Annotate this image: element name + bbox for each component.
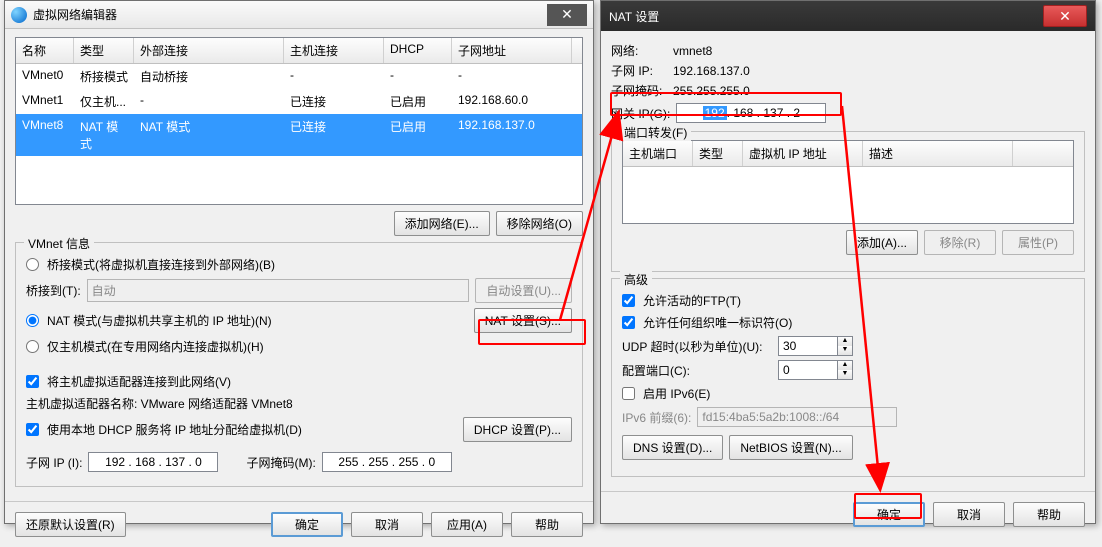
subnetip-value: 192.168.137.0 xyxy=(673,64,750,78)
nat-radio[interactable] xyxy=(26,314,39,327)
bridge-radio[interactable] xyxy=(26,258,39,271)
virtual-network-editor-dialog: 虚拟网络编辑器 ✕ 名称 类型 外部连接 主机连接 DHCP 子网地址 VMne… xyxy=(4,0,594,524)
add-network-button[interactable]: 添加网络(E)... xyxy=(394,211,490,236)
nat-ok-button[interactable]: 确定 xyxy=(853,502,925,527)
port-forward-title: 端口转发(F) xyxy=(620,124,691,141)
pf-col-type[interactable]: 类型 xyxy=(693,141,743,166)
table-row[interactable]: VMnet0 桥接模式 自动桥接 - - - xyxy=(16,64,582,89)
app-icon xyxy=(11,7,27,23)
nat-titlebar: NAT 设置 ✕ xyxy=(601,1,1095,31)
subnet-mask-label: 子网掩码(M): xyxy=(246,454,315,471)
spin-up-icon[interactable]: ▲ xyxy=(838,337,852,346)
udp-timeout-spinner[interactable]: ▲▼ xyxy=(778,336,853,356)
dhcp-settings-button[interactable]: DHCP 设置(P)... xyxy=(463,417,572,442)
pf-body-empty xyxy=(623,167,1073,223)
ipv6-prefix-label: IPv6 前缀(6): xyxy=(622,409,691,426)
connect-host-checkbox[interactable] xyxy=(26,375,39,388)
nat-label: NAT 模式(与虚拟机共享主机的 IP 地址)(N) xyxy=(47,312,272,329)
close-icon[interactable]: ✕ xyxy=(1043,5,1087,27)
vmnet-table: 名称 类型 外部连接 主机连接 DHCP 子网地址 VMnet0 桥接模式 自动… xyxy=(15,37,583,205)
hostonly-label: 仅主机模式(在专用网络内连接虚拟机)(H) xyxy=(47,338,264,355)
col-dhcp[interactable]: DHCP xyxy=(384,38,452,63)
ipv6-prefix-input xyxy=(697,407,897,427)
remove-network-button[interactable]: 移除网络(O) xyxy=(496,211,583,236)
col-subnet[interactable]: 子网地址 xyxy=(452,38,572,63)
ipv6-checkbox[interactable] xyxy=(622,387,635,400)
netbios-settings-button[interactable]: NetBIOS 设置(N)... xyxy=(729,435,852,460)
gateway-ip-input[interactable]: 192 . 168 . 137 . 2 xyxy=(676,103,826,123)
gateway-oct1-selected: 192 xyxy=(703,106,727,120)
subnet-ip-label: 子网 IP (I): xyxy=(26,454,82,471)
connect-host-label: 将主机虚拟适配器连接到此网络(V) xyxy=(47,373,231,390)
ipv6-label: 启用 IPv6(E) xyxy=(643,385,710,402)
nat-settings-button[interactable]: NAT 设置(S)... xyxy=(474,308,572,333)
pf-col-vmip[interactable]: 虚拟机 IP 地址 xyxy=(743,141,863,166)
col-ext[interactable]: 外部连接 xyxy=(134,38,284,63)
table-row-selected[interactable]: VMnet8 NAT 模式 NAT 模式 已连接 已启用 192.168.137… xyxy=(16,114,582,156)
bridge-label: 桥接模式(将虚拟机直接连接到外部网络)(B) xyxy=(47,256,275,273)
org-label: 允许任何组织唯一标识符(O) xyxy=(643,314,792,331)
subnetip-label: 子网 IP: xyxy=(611,62,673,79)
gateway-ip-label: 网关 IP(G): xyxy=(611,105,670,122)
spin-down-icon[interactable]: ▼ xyxy=(838,346,852,355)
nat-help-button[interactable]: 帮助 xyxy=(1013,502,1085,527)
subnet-ip-input[interactable]: 192 . 168 . 137 . 0 xyxy=(88,452,218,472)
cfg-port-label: 配置端口(C): xyxy=(622,362,772,379)
cfg-port-spinner[interactable]: ▲▼ xyxy=(778,360,853,380)
dhcp-checkbox[interactable] xyxy=(26,423,39,436)
vne-title: 虚拟网络编辑器 xyxy=(33,6,117,23)
udp-timeout-label: UDP 超时(以秒为单位)(U): xyxy=(622,338,772,355)
advanced-group: 高级 允许活动的FTP(T) 允许任何组织唯一标识符(O) UDP 超时(以秒为… xyxy=(611,278,1085,477)
pf-col-hostport[interactable]: 主机端口 xyxy=(623,141,693,166)
table-row[interactable]: VMnet1 仅主机... - 已连接 已启用 192.168.60.0 xyxy=(16,89,582,114)
vne-titlebar: 虚拟网络编辑器 ✕ xyxy=(5,1,593,29)
spin-down-icon[interactable]: ▼ xyxy=(838,370,852,379)
mask-label: 子网掩码: xyxy=(611,82,673,99)
ftp-checkbox[interactable] xyxy=(622,294,635,307)
vmnet-info-group: VMnet 信息 桥接模式(将虚拟机直接连接到外部网络)(B) 桥接到(T): … xyxy=(15,242,583,487)
mask-value: 255.255.255.0 xyxy=(673,84,750,98)
subnet-mask-input[interactable]: 255 . 255 . 255 . 0 xyxy=(322,452,452,472)
advanced-title: 高级 xyxy=(620,271,652,288)
spin-up-icon[interactable]: ▲ xyxy=(838,361,852,370)
nat-settings-dialog: NAT 设置 ✕ 网络:vmnet8 子网 IP:192.168.137.0 子… xyxy=(600,0,1096,524)
cfg-port-input[interactable] xyxy=(778,360,838,380)
close-icon[interactable]: ✕ xyxy=(547,4,587,26)
dns-settings-button[interactable]: DNS 设置(D)... xyxy=(622,435,723,460)
nat-title: NAT 设置 xyxy=(609,8,659,25)
pf-props-button: 属性(P) xyxy=(1002,230,1074,255)
udp-timeout-input[interactable] xyxy=(778,336,838,356)
col-type[interactable]: 类型 xyxy=(74,38,134,63)
pf-remove-button: 移除(R) xyxy=(924,230,996,255)
net-value: vmnet8 xyxy=(673,44,712,58)
ftp-label: 允许活动的FTP(T) xyxy=(643,292,741,309)
port-forward-group: 端口转发(F) 主机端口 类型 虚拟机 IP 地址 描述 添加(A)... 移除… xyxy=(611,131,1085,272)
net-label: 网络: xyxy=(611,42,673,59)
auto-settings-button: 自动设置(U)... xyxy=(475,278,572,303)
hostonly-radio[interactable] xyxy=(26,340,39,353)
pf-add-button[interactable]: 添加(A)... xyxy=(846,230,918,255)
bridge-to-select: 自动 xyxy=(87,279,470,302)
nat-cancel-button[interactable]: 取消 xyxy=(933,502,1005,527)
pf-col-desc[interactable]: 描述 xyxy=(863,141,1013,166)
col-name[interactable]: 名称 xyxy=(16,38,74,63)
bridge-to-label: 桥接到(T): xyxy=(26,282,81,299)
dhcp-label: 使用本地 DHCP 服务将 IP 地址分配给虚拟机(D) xyxy=(47,421,302,438)
adapter-name-label: 主机虚拟适配器名称: VMware 网络适配器 VMnet8 xyxy=(26,395,572,412)
org-checkbox[interactable] xyxy=(622,316,635,329)
vmnet-info-title: VMnet 信息 xyxy=(24,235,94,252)
col-host[interactable]: 主机连接 xyxy=(284,38,384,63)
